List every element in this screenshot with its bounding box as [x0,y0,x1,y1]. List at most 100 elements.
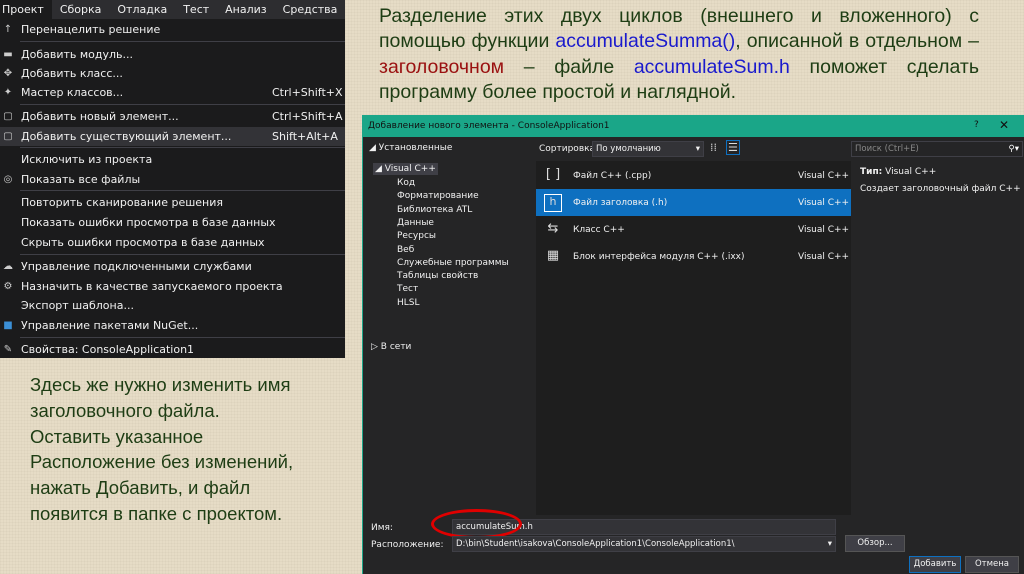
menubar-item[interactable]: Средства [275,0,345,19]
template-name: Класс C++ [573,225,625,235]
template-language: Visual C++ [798,171,850,181]
menu-item-label: Добавить модуль... [21,48,134,61]
tree-item[interactable]: Данные [397,218,434,228]
add-new-item-dialog: Добавление нового элемента - ConsoleAppl… [362,115,1024,574]
arrow-up-icon: ↑ [3,24,13,35]
text: , описанной в отдельном – [735,30,979,53]
search-icon[interactable]: ⚲▾ [1009,144,1020,154]
tree-item[interactable]: Форматирование [397,191,479,201]
menu-item-label: Назначить в качестве запускаемого проект… [21,280,283,293]
menubar-item[interactable]: Проект [0,0,52,19]
module-interface-icon: ▦ [546,248,560,263]
label: В сети [380,342,412,352]
menubar-item[interactable]: Тест [175,0,217,19]
menu-item-label: Управление подключенными службами [21,260,252,273]
header-file-icon: h [544,194,562,212]
tree-item[interactable]: Ресурсы [397,231,436,241]
template-row[interactable]: h Файл заголовка (.h) Visual C++ [536,189,851,216]
dialog-title: Добавление нового элемента - ConsoleAppl… [368,121,610,131]
menu-item[interactable]: ▢ Добавить существующий элемент... Shift+A… [0,127,345,146]
template-language: Visual C++ [798,198,850,208]
show-files-icon: ◎ [3,174,13,185]
template-language: Visual C++ [798,225,850,235]
label: Visual C++ [384,164,436,174]
menu-item[interactable]: Экспорт шаблона... [0,296,345,315]
tree-item[interactable]: Тест [397,284,418,294]
highlight-word: заголовочном [379,55,505,78]
type-label: Тип: [860,167,883,177]
services-icon: ☁ [3,261,13,272]
menu-item-label: Повторить сканирование решения [21,196,223,209]
menu-separator [20,337,345,338]
template-name: Файл C++ (.cpp) [573,171,652,181]
menu-item[interactable]: ✎ Свойства: ConsoleApplication1 [0,340,345,359]
existing-item-icon: ▢ [3,131,13,142]
slide-top-text: Разделение этих двух циклов (внешнего и … [379,4,979,105]
dialog-footer: Имя: accumulateSum.h Расположение: D:\bi… [363,509,1024,574]
menu-bar: ПроектСборкаОтладкаТестАнализСредстваРас… [0,0,345,19]
sort-select[interactable]: По умолчанию ▾ [592,141,704,157]
menu-item[interactable]: ■ Управление пакетами NuGet... [0,316,345,335]
chevron-down-icon: ▾ [695,144,700,154]
menu-separator [20,254,345,255]
tree-item[interactable]: Веб [397,245,414,255]
location-value: D:\bin\Student\isakova\ConsoleApplicatio… [456,539,735,549]
menu-item-label: Показать все файлы [21,173,141,186]
menu-item-shortcut: Ctrl+Shift+A [272,110,343,123]
add-button[interactable]: Добавить [909,556,961,573]
tree-installed[interactable]: ◢ Установленные [369,143,452,153]
location-label: Расположение: [371,540,444,550]
help-button[interactable]: ? [974,120,979,130]
menu-item-label: Скрыть ошибки просмотра в базе данных [21,236,265,249]
menu-item-label: Мастер классов... [21,86,124,99]
menu-item[interactable]: Повторить сканирование решения [0,193,345,212]
menu-item[interactable]: Скрыть ошибки просмотра в базе данных [0,233,345,252]
class-wizard-icon: ✦ [3,87,13,98]
chevron-down-icon: ▾ [827,539,832,549]
menu-item-label: Экспорт шаблона... [21,299,134,312]
menu-item[interactable]: Исключить из проекта [0,150,345,169]
menu-item[interactable]: ↑ Перенацелить решение [0,20,345,39]
tree-item[interactable]: HLSL [397,298,420,308]
template-row[interactable]: ⇆ Класс C++ Visual C++ [536,216,851,243]
menu-item-label: Показать ошибки просмотра в базе данных [21,216,276,229]
menu-item[interactable]: ✦ Мастер классов... Ctrl+Shift+X [0,83,345,102]
menu-item[interactable]: ▢ Добавить новый элемент... Ctrl+Shift+A [0,107,345,126]
tree-item[interactable]: Код [397,178,415,188]
template-row[interactable]: [ ] Файл C++ (.cpp) Visual C++ [536,162,851,189]
search-placeholder: Поиск (Ctrl+E) [855,144,919,154]
tree-visual-cpp[interactable]: ◢ Visual C++ [373,163,438,175]
close-button[interactable]: ✕ [999,118,1009,132]
menu-item[interactable]: Показать ошибки просмотра в базе данных [0,213,345,232]
template-row[interactable]: ▦ Блок интерфейса модуля C++ (.ixx) Visual… [536,243,851,270]
browse-button[interactable]: Обзор... [845,535,905,552]
menu-item[interactable]: ☁ Управление подключенными службами [0,257,345,276]
list-view-icon[interactable]: ☰ [726,140,740,155]
cancel-button[interactable]: Отмена [965,556,1019,573]
menu-item[interactable]: ✥ Добавить класс... [0,64,345,83]
menubar-item[interactable]: Сборка [52,0,110,19]
tree-item[interactable]: Служебные программы [397,258,509,268]
tree-online[interactable]: ▷ В сети [371,342,411,352]
template-name: Файл заголовка (.h) [573,198,668,208]
menubar-item[interactable]: Анализ [217,0,275,19]
tree-item[interactable]: Таблицы свойств [397,271,478,281]
grid-view-icon[interactable]: ⁞⁞ [710,141,717,154]
menu-item-shortcut: Shift+Alt+A [272,130,338,143]
type-value: Visual C++ [885,167,937,177]
location-select[interactable]: D:\bin\Student\isakova\ConsoleApplicatio… [452,536,836,552]
label: Установленные [378,143,453,153]
menu-item[interactable]: ◎ Показать все файлы [0,170,345,189]
details-panel: Поиск (Ctrl+E) ⚲▾ Тип: Visual C++ Создает… [851,137,1024,515]
search-input[interactable]: Поиск (Ctrl+E) ⚲▾ [851,141,1023,157]
sort-value: По умолчанию [596,144,661,154]
text: – файле [504,55,634,78]
tree-item[interactable]: Библиотека ATL [397,205,472,215]
menubar-item[interactable]: Отладка [109,0,175,19]
name-label: Имя: [371,523,393,533]
class-icon: ⇆ [547,221,559,236]
menu-item[interactable]: ⚙ Назначить в качестве запускаемого проек… [0,277,345,296]
menu-item-shortcut: Ctrl+Shift+X [272,86,343,99]
menu-item[interactable]: ▬ Добавить модуль... [0,45,345,64]
template-list: [ ] Файл C++ (.cpp) Visual C++ h Файл заголо… [536,137,851,515]
